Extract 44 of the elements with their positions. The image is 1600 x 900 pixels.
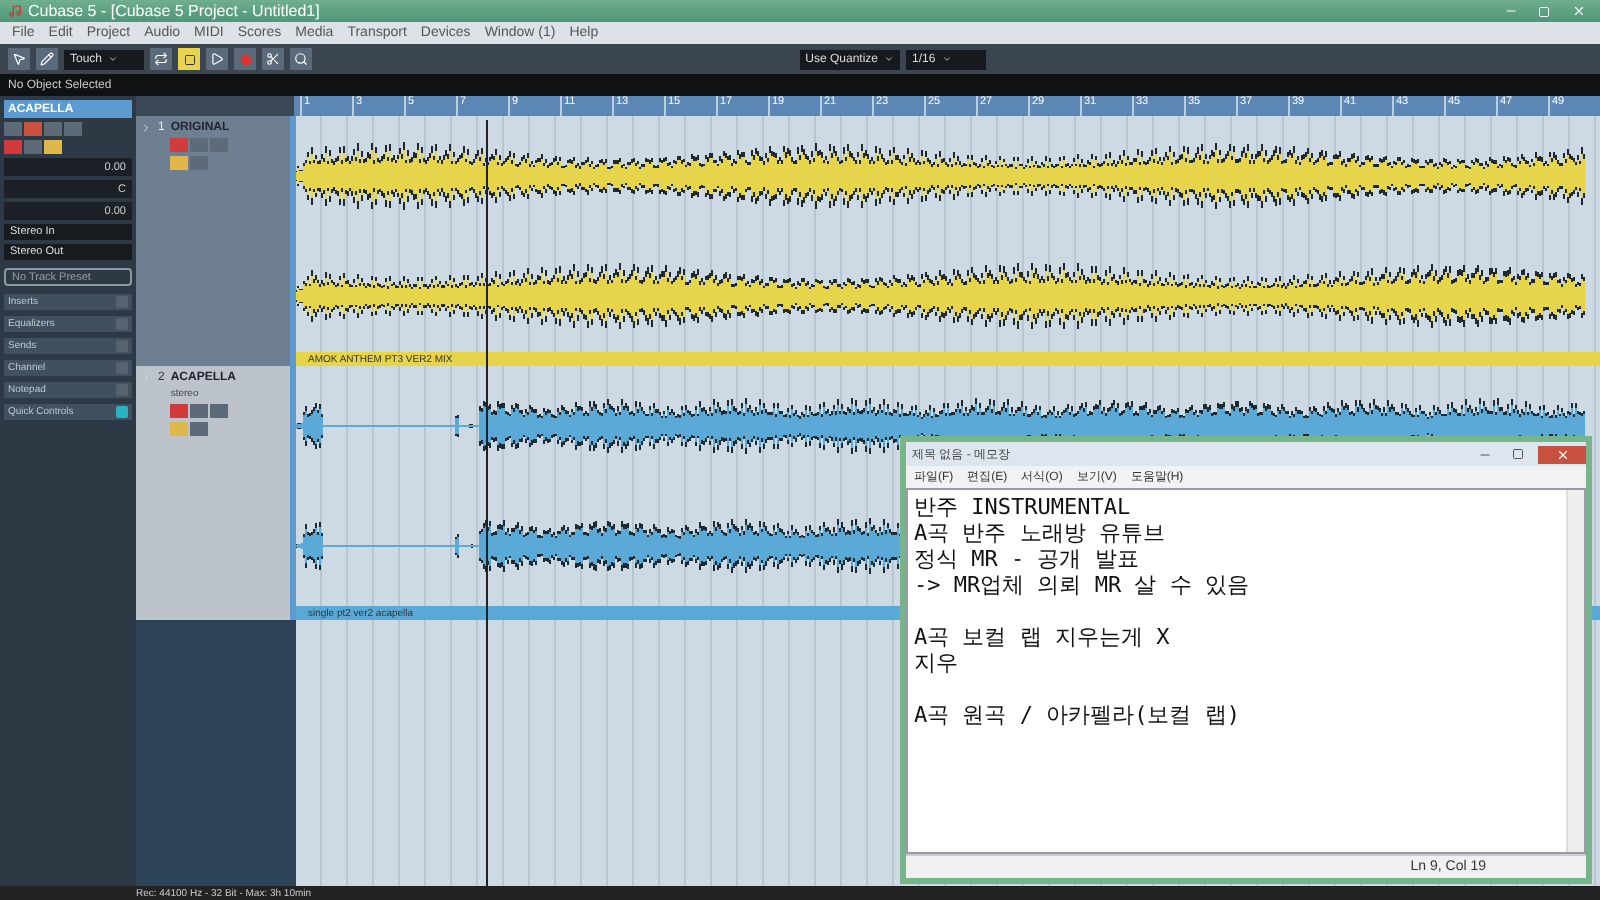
caret-icon [884, 54, 894, 64]
caret-icon [108, 54, 119, 64]
text-line: 반주 INSTRUMENTAL [914, 494, 1133, 520]
record-enable-button[interactable] [170, 404, 189, 418]
window-title: Cubase 5 - [Cubase 5 Project - Untitled1] [28, 2, 320, 20]
record-icon [239, 53, 251, 65]
zoom-tool-button[interactable] [290, 48, 312, 70]
play-icon [210, 52, 224, 66]
expand-icon [140, 122, 152, 134]
close-icon [1555, 447, 1569, 461]
text-line: A곡 보컬 랩 지우는게 X [914, 624, 1172, 650]
edit-button[interactable] [190, 156, 209, 170]
read-button[interactable] [210, 138, 229, 152]
lock-button[interactable] [170, 156, 189, 170]
scissors-icon [266, 52, 280, 66]
loop-icon [154, 52, 168, 66]
monitor-button[interactable] [190, 138, 209, 152]
caret-icon [941, 54, 952, 64]
maximize-icon [1512, 448, 1524, 460]
edit-button[interactable] [190, 422, 209, 436]
text-line: A곡 반주 노래방 유튜브 [914, 520, 1167, 546]
close-button[interactable] [1538, 445, 1586, 463]
maximize-icon [1538, 5, 1550, 17]
text-line: -> MR업체 의뢰 MR 살 수 있음 [914, 572, 1251, 598]
pointer-tool-button[interactable] [8, 48, 30, 70]
text-line: A곡 원곡 / 아카펠라(보컬 랩) [914, 702, 1242, 728]
text-line: 정식 MR - 공개 발표 [914, 546, 1141, 572]
scrollbar[interactable] [1566, 490, 1584, 852]
pencil-icon [40, 52, 54, 66]
play-button[interactable] [206, 48, 228, 70]
cycle-button[interactable] [150, 48, 172, 70]
scissors-tool-button[interactable] [262, 48, 284, 70]
stop-button[interactable] [178, 48, 200, 70]
close-icon [1571, 4, 1585, 18]
text-line: 지우 [914, 650, 960, 676]
read-button[interactable] [210, 404, 229, 418]
pointer-icon [12, 52, 26, 66]
stop-icon [183, 53, 195, 65]
pencil-tool-button[interactable] [36, 48, 58, 70]
record-enable-button[interactable] [170, 138, 189, 152]
search-icon [294, 52, 308, 66]
minimize-icon [1503, 4, 1517, 18]
monitor-button[interactable] [190, 404, 209, 418]
app-logo-icon [8, 4, 22, 18]
